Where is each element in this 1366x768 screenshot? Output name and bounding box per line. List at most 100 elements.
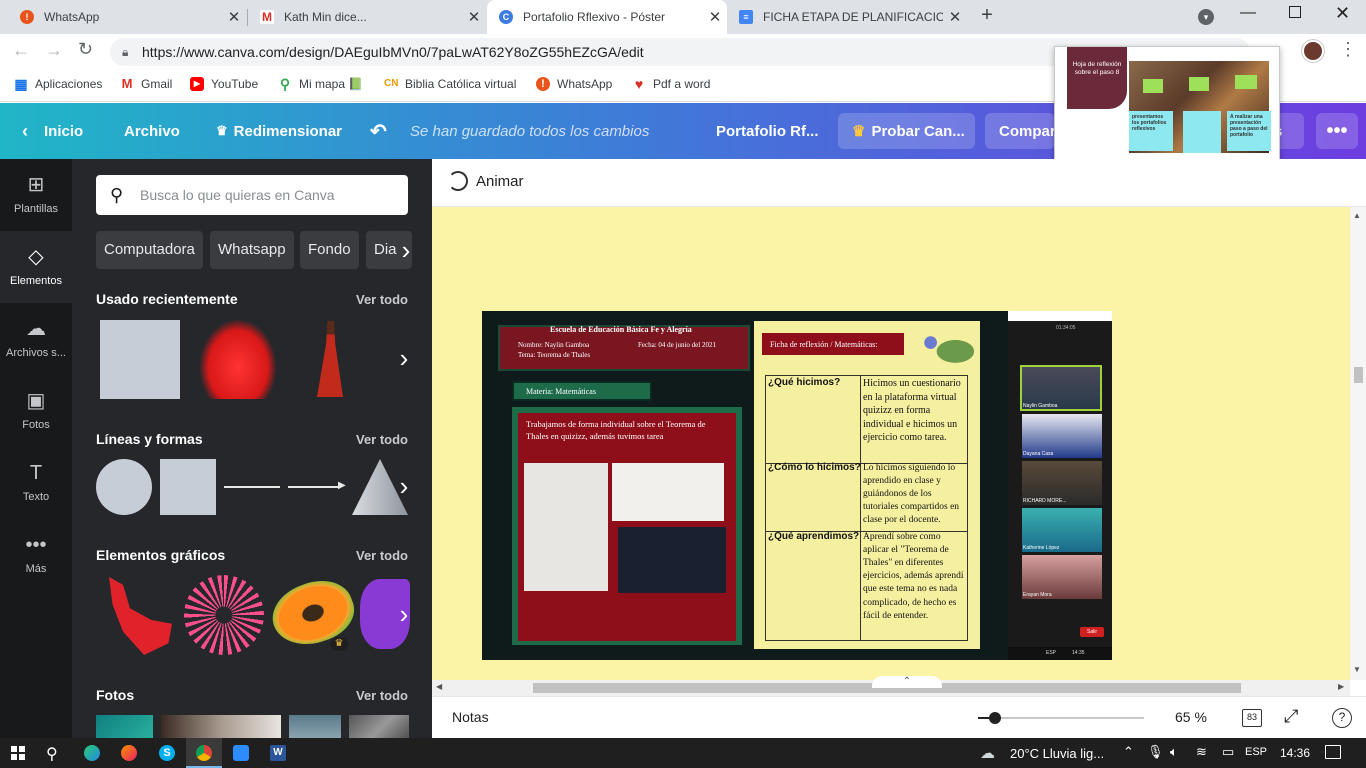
profile-avatar[interactable] [1302, 40, 1324, 62]
search-icon[interactable]: ⚲ [46, 744, 58, 764]
notes-button[interactable]: Notas [452, 709, 489, 725]
resize-button[interactable]: ♛ Redimensionar [216, 103, 342, 159]
close-window-icon[interactable]: ✕ [1335, 3, 1350, 24]
back-icon[interactable]: ← [12, 40, 30, 61]
chip-computadora[interactable]: Computadora [96, 231, 203, 269]
weather-text[interactable]: 20°C Lluvia lig... [1010, 746, 1104, 761]
firefox-icon[interactable] [121, 745, 137, 761]
rail-label: Fotos [22, 419, 50, 431]
recent-red-hair-element[interactable] [200, 320, 276, 399]
see-all-lines[interactable]: Ver todo [356, 432, 408, 447]
photo-thumb[interactable] [289, 715, 341, 738]
rail-photos[interactable]: ▣ Fotos [0, 375, 72, 447]
bookmark-youtube[interactable]: ▶ YouTube [190, 70, 258, 98]
chevron-right-icon[interactable]: › [392, 237, 420, 265]
microphone-icon[interactable]: 🎙︎ [1147, 744, 1164, 760]
search-input[interactable]: ⚲ Busca lo que quieras en Canva [96, 175, 408, 215]
vertical-scroll-thumb[interactable] [1354, 367, 1363, 383]
rail-text[interactable]: T Texto [0, 447, 72, 519]
chip-fondo[interactable]: Fondo [300, 231, 359, 269]
bookmark-pdf-a-word[interactable]: ♥ Pdf a word [632, 70, 711, 98]
page-thumbnail-preview[interactable]: Hoja de reflexión sobre el paso 8 presen… [1054, 46, 1280, 174]
undo-icon[interactable]: ↶ [370, 103, 387, 159]
chevron-right-icon[interactable]: › [390, 473, 418, 501]
tab-whatsapp[interactable]: ! WhatsApp ✕ [0, 0, 246, 34]
rail-more[interactable]: ••• Más [0, 519, 72, 591]
wifi-icon[interactable]: ≋ [1196, 744, 1207, 760]
animate-button[interactable]: Animar [476, 173, 524, 190]
line-shape[interactable] [224, 486, 280, 488]
close-tab-icon[interactable]: ✕ [943, 8, 967, 26]
fullscreen-icon[interactable]: ⤢ [1284, 706, 1298, 727]
zoom-slider-track[interactable] [978, 717, 1144, 719]
browser-menu-icon[interactable]: ⋮ [1339, 39, 1357, 60]
rail-uploads[interactable]: ☁ Archivos s... [0, 303, 72, 375]
scroll-down-icon[interactable]: ▼ [1353, 665, 1361, 674]
file-menu-button[interactable]: Archivo [124, 103, 180, 159]
page-count-button[interactable]: 83 [1242, 709, 1262, 727]
skype-icon[interactable]: S [159, 745, 175, 761]
tray-chevron-icon[interactable]: ⌃ [1123, 744, 1134, 760]
try-pro-label: Probar Can... [871, 122, 965, 140]
volume-icon[interactable]: 🔈︎ [1170, 744, 1178, 760]
zoom-icon[interactable] [233, 745, 249, 761]
start-icon[interactable] [11, 746, 25, 760]
notifications-icon[interactable] [1325, 745, 1341, 759]
rail-elements[interactable]: ◇ Elementos [0, 231, 72, 303]
new-tab-icon[interactable]: + [976, 4, 998, 30]
close-tab-icon[interactable]: ✕ [703, 8, 727, 26]
circle-shape[interactable] [96, 459, 152, 515]
vertical-scrollbar[interactable]: ▲ ▼ [1350, 207, 1366, 680]
chevron-right-icon[interactable]: › [390, 345, 418, 373]
photo-thumb[interactable] [96, 715, 153, 738]
zoom-level[interactable]: 65 % [1175, 709, 1207, 725]
scroll-up-icon[interactable]: ▲ [1353, 211, 1361, 220]
chip-whatsapp[interactable]: Whatsapp [210, 231, 294, 269]
tab-docs[interactable]: ≡ FICHA ETAPA DE PLANIFICACION ✕ [727, 0, 967, 34]
try-pro-button[interactable]: ♛ Probar Can... [838, 113, 975, 149]
language-indicator[interactable]: ESP [1245, 746, 1267, 758]
rail-templates[interactable]: ⊞ Plantillas [0, 159, 72, 231]
recent-square-element[interactable] [100, 320, 180, 399]
red-figure-graphic[interactable] [109, 577, 172, 655]
student-name: Nombre: Naylin Gamboa [518, 341, 590, 349]
share-button[interactable]: Compart [985, 113, 1055, 149]
square-shape[interactable] [160, 459, 216, 515]
chevron-right-icon[interactable]: › [390, 601, 418, 629]
expand-pages-icon[interactable]: ⌃ [872, 676, 942, 688]
help-icon[interactable]: ? [1332, 708, 1352, 728]
tab-gmail[interactable]: M Kath Min dice... ✕ [240, 0, 486, 34]
word-icon[interactable]: W [270, 745, 286, 761]
horizontal-scrollbar[interactable]: ◀ ▶ ⌃ [432, 676, 1350, 696]
poster-page[interactable]: Escuela de Educación Básica Fe y Alegría… [482, 311, 1112, 660]
photo-thumb[interactable] [161, 715, 281, 738]
see-all-recent[interactable]: Ver todo [356, 292, 408, 307]
tab-canva-active[interactable]: C Portafolio Rflexivo - Póster ✕ [487, 0, 727, 34]
more-options-icon[interactable]: ••• [1316, 113, 1358, 149]
see-all-photos[interactable]: Ver todo [356, 688, 408, 703]
scroll-left-icon[interactable]: ◀ [436, 682, 442, 691]
zoom-slider-handle[interactable] [989, 712, 1001, 724]
scroll-right-icon[interactable]: ▶ [1338, 682, 1344, 691]
reload-icon[interactable]: ↻ [78, 39, 93, 60]
close-tab-icon[interactable]: ✕ [462, 8, 486, 26]
minimize-icon[interactable]: — [1240, 4, 1256, 22]
recent-dancer-element[interactable] [317, 321, 343, 397]
bookmark-gmail[interactable]: M Gmail [120, 70, 172, 98]
tab-search-icon[interactable]: ▾ [1198, 9, 1214, 25]
bookmark-biblia[interactable]: CN Biblia Católica virtual [384, 70, 516, 98]
bookmark-mi-mapa[interactable]: ⚲ Mi mapa 📗 [278, 70, 363, 98]
document-title[interactable]: Portafolio Rf... [716, 103, 819, 159]
clock[interactable]: 14:36 [1280, 746, 1310, 760]
photo-thumb[interactable] [349, 715, 409, 738]
edge-icon[interactable] [84, 745, 100, 761]
home-button[interactable]: ‹ Inicio [22, 103, 83, 159]
bookmark-whatsapp[interactable]: ! WhatsApp [536, 70, 612, 98]
restore-icon[interactable] [1289, 6, 1301, 18]
arrow-line-shape[interactable] [288, 486, 340, 488]
battery-icon[interactable]: ▭ [1222, 744, 1234, 760]
pink-burst-graphic[interactable] [184, 575, 264, 655]
bookmark-apps[interactable]: ▦ Aplicaciones [14, 70, 102, 98]
see-all-graphics[interactable]: Ver todo [356, 548, 408, 563]
forward-icon[interactable]: → [45, 40, 63, 61]
